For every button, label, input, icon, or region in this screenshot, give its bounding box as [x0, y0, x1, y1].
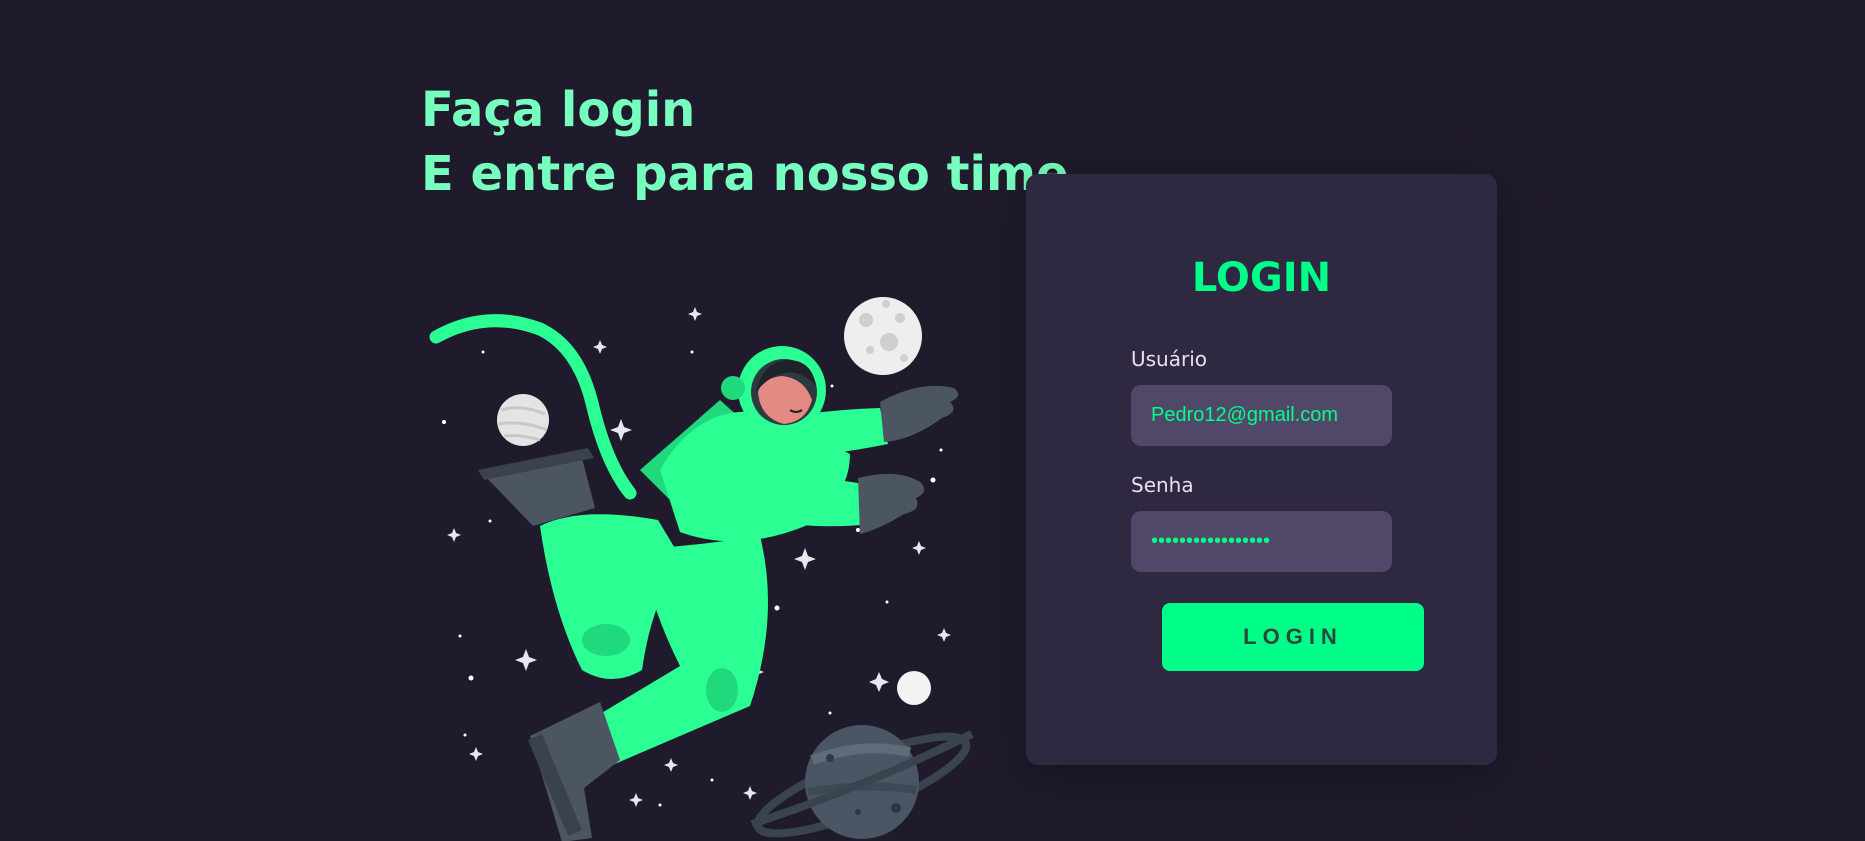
login-title: LOGIN [1191, 255, 1332, 301]
glove-upper [880, 385, 959, 442]
cratered-moon-icon [844, 297, 922, 375]
username-input[interactable] [1131, 385, 1392, 446]
headline-line-2: E entre para nosso time [421, 146, 1069, 202]
astronaut-arm-lower [770, 478, 872, 527]
login-button[interactable]: LOGIN [1162, 603, 1424, 671]
right-boot [528, 702, 620, 841]
headline-line-1: Faça login [421, 82, 696, 138]
password-label: Senha [1131, 473, 1194, 497]
astronaut-illustration [429, 297, 974, 841]
glove-lower [858, 473, 925, 534]
password-input[interactable] [1131, 511, 1392, 572]
headline: Faça login E entre para nosso time [421, 78, 1069, 206]
username-label: Usuário [1131, 347, 1208, 371]
left-boot [478, 448, 595, 526]
moon-icon [497, 394, 549, 446]
saturn-icon [750, 725, 974, 839]
small-moon-icon [897, 671, 931, 705]
